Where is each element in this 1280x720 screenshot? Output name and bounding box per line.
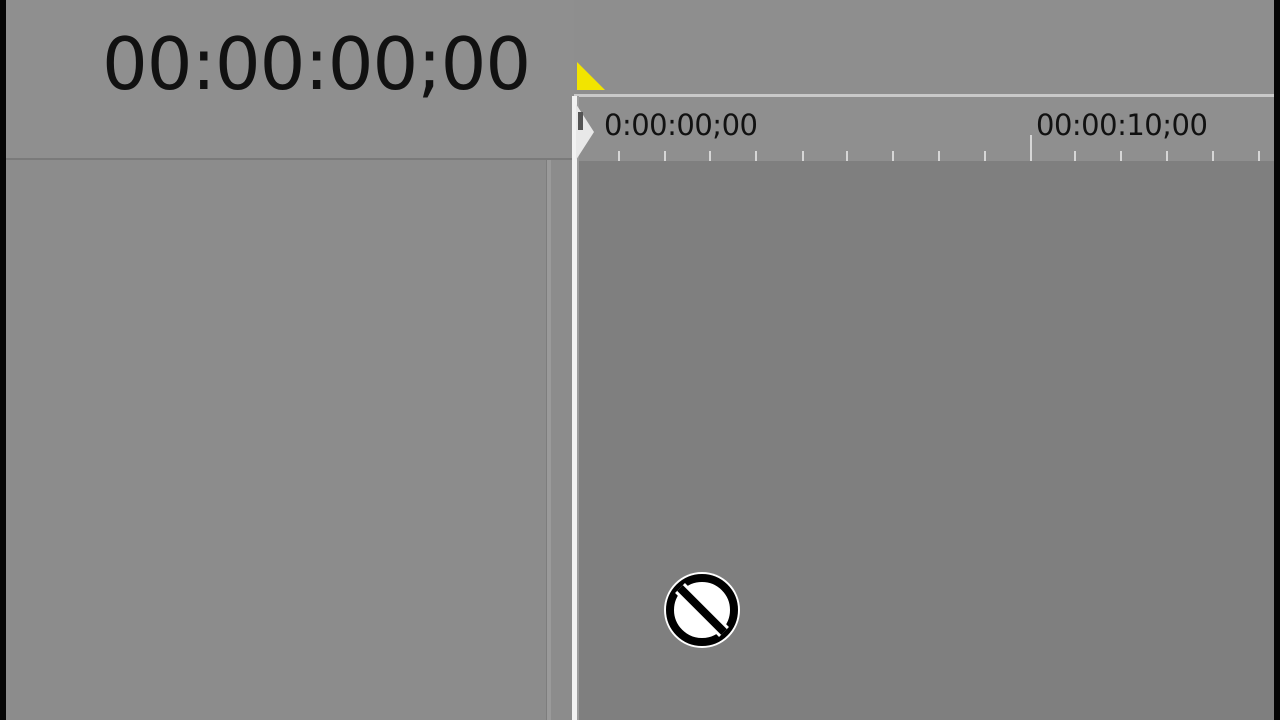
ruler-tick [1074, 151, 1076, 161]
marker-bar[interactable] [574, 0, 1274, 95]
ruler-tick [755, 151, 757, 161]
track-list-gap [551, 160, 573, 720]
ruler-tick [1212, 151, 1214, 161]
ruler-tick [892, 151, 894, 161]
video-editor-window: 00:00:00;00 0:00:00;00 00:00:10;00 [0, 0, 1280, 720]
cursor-timecode[interactable]: 00:00:00;00 [102, 28, 531, 100]
ruler-tick [709, 151, 711, 161]
ruler-tick [618, 151, 620, 161]
ruler-tick-major [1030, 135, 1032, 161]
playhead[interactable] [572, 96, 579, 720]
ruler-tick [984, 151, 986, 161]
ruler-label-10s: 00:00:10;00 [1036, 108, 1208, 142]
ruler-tick [846, 151, 848, 161]
time-ruler[interactable]: 0:00:00;00 00:00:10;00 [574, 97, 1274, 161]
ruler-tick [1166, 151, 1168, 161]
ruler-tick [802, 151, 804, 161]
track-list[interactable] [6, 160, 548, 720]
ruler-label-start: 0:00:00;00 [604, 108, 758, 142]
ruler-tick [938, 151, 940, 161]
not-allowed-cursor-icon [664, 572, 740, 648]
track-list-header: 00:00:00;00 [6, 0, 574, 160]
ruler-tick [1258, 151, 1260, 161]
ruler-tick [664, 151, 666, 161]
ruler-tick [1120, 151, 1122, 161]
playhead-handle-grip [578, 112, 583, 130]
marker-flag-icon[interactable] [577, 62, 605, 90]
screen-edge-right [1274, 0, 1280, 720]
